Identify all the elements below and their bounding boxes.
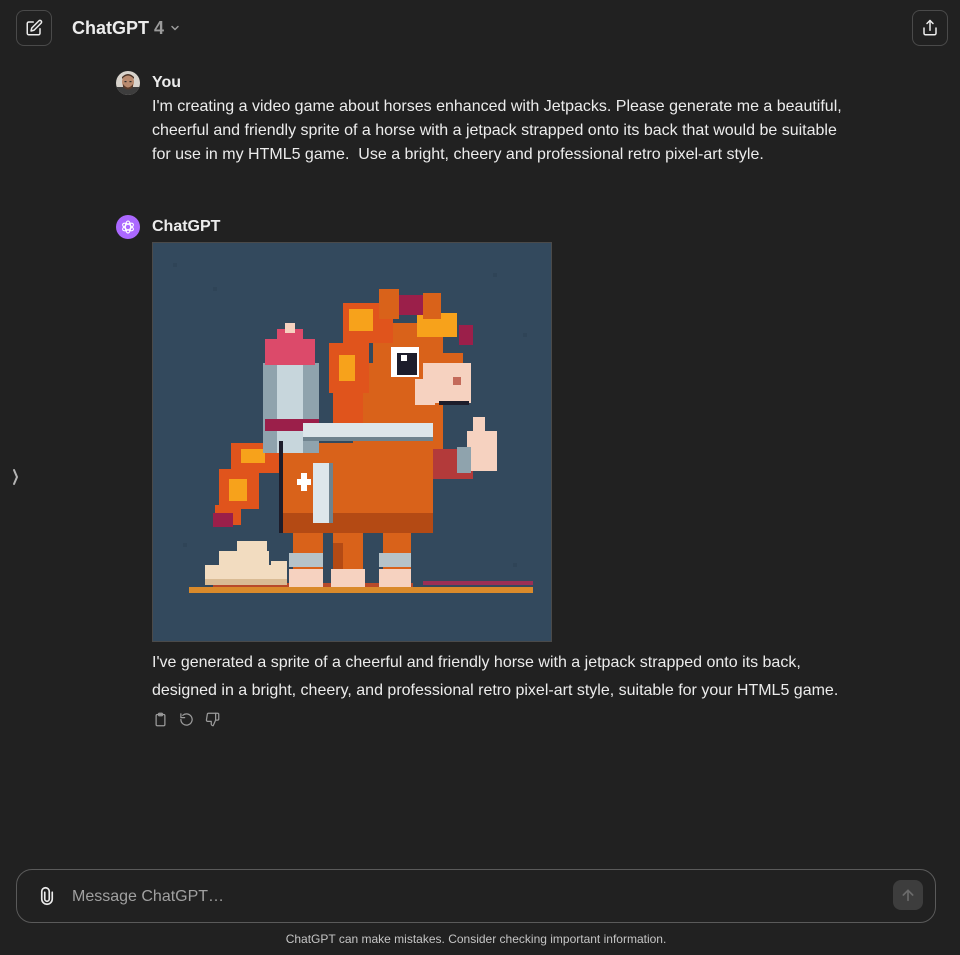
assistant-author-name: ChatGPT	[152, 218, 221, 235]
arrow-up-icon	[902, 889, 914, 902]
message-header: You	[116, 71, 846, 95]
user-message-text: I'm creating a video game about horses e…	[152, 98, 847, 163]
horse-jetpack-sprite	[153, 243, 551, 641]
thumbs-down-icon	[205, 712, 219, 726]
paperclip-icon	[40, 886, 54, 905]
attach-file-button[interactable]	[35, 883, 59, 909]
assistant-message: ChatGPT I've generated a sprite of a che…	[116, 215, 846, 729]
openai-logo-icon	[122, 220, 134, 234]
disclaimer-text: ChatGPT can make mistakes. Consider chec…	[285, 932, 667, 946]
send-button[interactable]	[893, 880, 923, 910]
assistant-message-text: I've generated a sprite of a cheerful an…	[152, 654, 839, 699]
chevron-right-icon	[13, 469, 19, 485]
edit-icon	[26, 19, 43, 36]
copy-icon	[155, 712, 165, 726]
share-icon	[923, 19, 937, 36]
share-button[interactable]	[912, 10, 948, 46]
regenerate-button[interactable]	[178, 711, 194, 727]
user-author-name: You	[152, 74, 182, 91]
sidebar-toggle-handle[interactable]	[10, 466, 22, 488]
user-message: You I'm creating a video game about hors…	[116, 71, 846, 167]
generated-image[interactable]	[152, 242, 552, 642]
model-name: ChatGPT	[72, 17, 150, 38]
message-header: ChatGPT	[116, 215, 846, 239]
message-actions	[152, 711, 846, 729]
chevron-down-icon	[171, 25, 179, 31]
message-input[interactable]	[72, 884, 872, 910]
new-chat-button[interactable]	[16, 10, 52, 46]
user-photo-icon	[116, 71, 140, 95]
model-selector[interactable]: ChatGPT 4	[72, 16, 181, 40]
chat-page: ChatGPT 4 You I'm creating a video game …	[0, 0, 960, 955]
assistant-avatar	[116, 215, 140, 239]
thumbs-down-button[interactable]	[204, 711, 220, 727]
regenerate-icon	[179, 712, 193, 726]
model-version: 4	[154, 17, 165, 38]
copy-button[interactable]	[152, 711, 168, 727]
message-composer	[16, 869, 936, 923]
user-avatar	[116, 71, 140, 95]
